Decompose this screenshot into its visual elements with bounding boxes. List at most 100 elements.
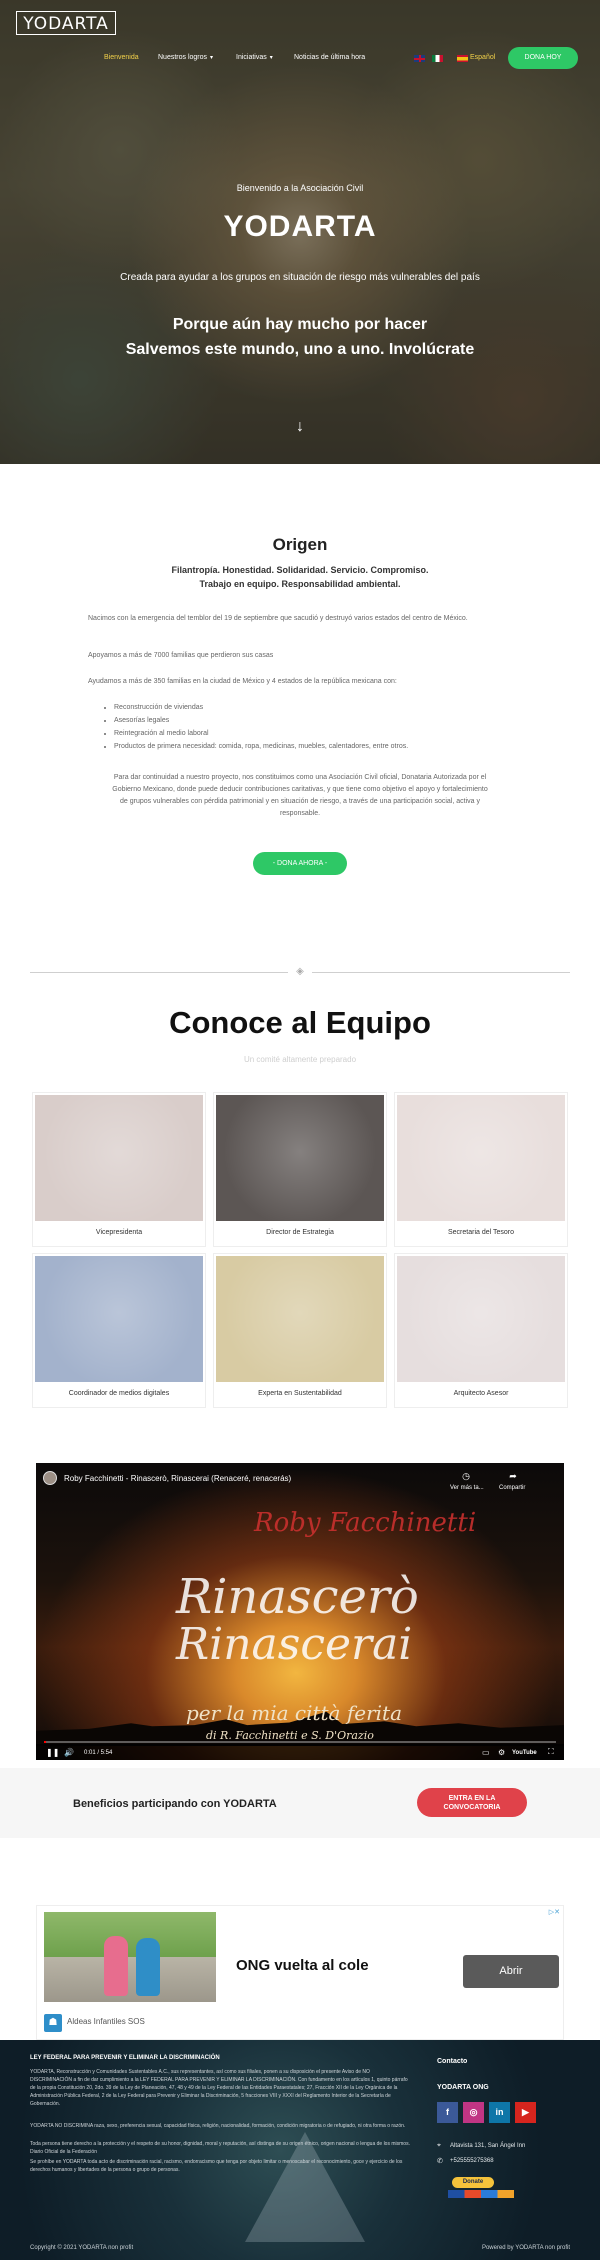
origen-title: Origen <box>272 535 328 554</box>
powered-by: Powered by YODARTA non profit <box>481 2245 570 2251</box>
address: Altavista 131, San Ángel Inn <box>450 2143 526 2149</box>
footer-paragraph-2: YODARTA NO DISCRIMINA raza, sexo, prefer… <box>30 2123 406 2129</box>
org-name: YODARTA ONG <box>437 2084 489 2091</box>
donate-now-button[interactable]: - DONA AHORA - <box>253 852 347 875</box>
youtube-icon[interactable]: ▶ <box>515 2102 536 2123</box>
footer: LEY FEDERAL PARA PREVENIR Y ELIMINAR LA … <box>0 2040 600 2260</box>
contact-title: Contacto <box>437 2058 468 2065</box>
hero-subtitle: Creada para ayudar a los grupos en situa… <box>120 272 480 283</box>
team-member-photo <box>397 1256 565 1382</box>
ad-open-button[interactable]: Abrir <box>463 1955 559 1988</box>
linkedin-icon[interactable]: in <box>489 2102 510 2123</box>
hero-section: YODARTA Bienvenida Nuestros logros ▾ Inic… <box>0 0 600 464</box>
team-card[interactable]: Vicepresidenta <box>32 1092 206 1247</box>
youtube-logo[interactable]: YouTube <box>512 1750 537 1756</box>
team-card[interactable]: Secretaria del Tesoro <box>394 1092 568 1247</box>
team-card[interactable]: Arquitecto Asesor <box>394 1253 568 1408</box>
language-label[interactable]: Español <box>470 54 495 61</box>
chevron-down-icon: ▾ <box>210 55 214 61</box>
team-member-photo <box>35 1095 203 1221</box>
nav-item-iniciativas[interactable]: Iniciativas ▾ <box>236 54 273 61</box>
location-pin-icon: ⌖ <box>437 2142 441 2149</box>
clock-icon[interactable]: ◷ <box>457 1471 475 1482</box>
origen-paragraph-2: Apoyamos a más de 7000 familias que perd… <box>88 652 274 659</box>
ad-headline[interactable]: ONG vuelta al cole <box>236 1957 369 1974</box>
video-overlay-line-3: per la mia città ferita <box>186 1701 402 1725</box>
team-member-role: Coordinador de medios digitales <box>68 1390 170 1397</box>
services-list: Reconstrucción de viviendas Asesorías le… <box>110 701 408 753</box>
aldeas-logo-icon: ☗ <box>44 2014 62 2032</box>
child-figure <box>136 1938 160 1996</box>
team-member-photo <box>216 1095 384 1221</box>
divider-line <box>312 972 570 973</box>
divider-line <box>30 972 288 973</box>
values-text: Filantropía. Honestidad. Solidaridad. Se… <box>0 563 600 591</box>
footer-paragraph-1: YODARTA, Reconstrucción y Comunidades Su… <box>30 2069 408 2107</box>
convocatoria-button[interactable]: ENTRA EN LA CONVOCATORIA <box>417 1788 527 1817</box>
hero-title: YODARTA <box>223 210 377 243</box>
video-overlay-artist: Roby Facchinetti <box>254 1508 477 1538</box>
arrow-down-icon[interactable]: ↓ <box>0 418 600 436</box>
origen-paragraph-4: Para dar continuidad a nuestro proyecto,… <box>112 774 488 817</box>
nav-item-noticias[interactable]: Noticias de última hora <box>294 54 365 61</box>
video-time: 0:01 / 5:54 <box>84 1750 113 1756</box>
chevron-down-icon: ▾ <box>269 55 273 61</box>
hero-tagline-1: Porque aún hay mucho por hacer <box>172 316 428 333</box>
advertisement[interactable]: ▷✕ ONG vuelta al cole Abrir ☗ Aldeas Inf… <box>36 1905 564 2040</box>
team-member-role: Vicepresidenta <box>95 1229 143 1236</box>
team-card[interactable]: Director de Estrategia <box>213 1092 387 1247</box>
list-item: Reintegración al medio laboral <box>114 727 408 740</box>
ad-choices-icon[interactable]: ▷✕ <box>549 1908 560 1916</box>
team-subtitle: Un comité altamente preparado <box>243 1055 357 1064</box>
nav-item-nuestros-logros[interactable]: Nuestros logros ▾ <box>158 54 213 61</box>
flag-uk-icon[interactable] <box>414 55 425 62</box>
facebook-icon[interactable]: f <box>437 2102 458 2123</box>
footer-paragraph-3: Toda persona tiene derecho a la protecci… <box>30 2141 410 2155</box>
video-overlay-line-1: Rinascerò <box>176 1569 419 1625</box>
volume-icon[interactable]: 🔊 <box>64 1748 74 1757</box>
values-line-2: Trabajo en equipo. Responsabilidad ambie… <box>199 579 401 589</box>
donate-today-button[interactable]: DONA HOY <box>508 47 578 69</box>
team-member-photo <box>397 1095 565 1221</box>
watch-later-label[interactable]: Ver más ta... <box>450 1485 484 1491</box>
team-card[interactable]: Experta en Sustentabilidad <box>213 1253 387 1408</box>
team-member-photo <box>216 1256 384 1382</box>
video-progress-fill <box>44 1741 46 1743</box>
pause-icon[interactable]: ❚❚ <box>46 1748 59 1757</box>
team-member-role: Experta en Sustentabilidad <box>258 1390 342 1397</box>
site-logo[interactable]: YODARTA <box>16 11 116 35</box>
fullscreen-icon[interactable]: ⛶ <box>548 1747 554 1757</box>
logo-text: YODARTA <box>23 14 109 34</box>
values-line-1: Filantropía. Honestidad. Solidaridad. Se… <box>171 565 429 575</box>
list-item: Reconstrucción de viviendas <box>114 701 408 714</box>
nav-label: Iniciativas <box>236 54 267 61</box>
nav-item-bienvenida[interactable]: Bienvenida <box>104 54 139 61</box>
share-label[interactable]: Compartir <box>499 1485 525 1491</box>
paypal-donate-button[interactable]: Donate <box>452 2177 494 2188</box>
flag-spain-icon[interactable] <box>457 55 468 62</box>
beneficios-text: Beneficios participando con YODARTA <box>73 1798 277 1810</box>
video-overlay-line-2: Rinascerai <box>176 1619 413 1670</box>
team-title: Conoce al Equipo <box>169 1005 431 1040</box>
list-item: Asesorías legales <box>114 714 408 727</box>
list-item: Productos de primera necesidad: comida, … <box>114 740 408 753</box>
gear-icon[interactable]: ⚙ <box>498 1748 505 1757</box>
channel-avatar[interactable] <box>43 1471 57 1485</box>
flag-mexico-icon[interactable] <box>432 55 443 62</box>
origen-paragraph-1: Nacimos con la emergencia del temblor de… <box>88 615 468 622</box>
button-line-1: ENTRA EN LA <box>448 1795 496 1802</box>
team-member-role: Director de Estrategia <box>266 1229 334 1236</box>
hero-welcome: Bienvenido a la Asociación Civil <box>236 183 364 193</box>
video-title[interactable]: Roby Facchinetti - Rinascerò, Rinascerai… <box>64 1474 291 1483</box>
youtube-video-player[interactable]: Roby Facchinetti - Rinascerò, Rinascerai… <box>36 1463 564 1760</box>
share-icon[interactable]: ➦ <box>504 1471 522 1482</box>
video-progress-bar[interactable] <box>44 1741 556 1743</box>
ad-advertiser[interactable]: Aldeas Infantiles SOS <box>67 2017 145 2026</box>
footer-paragraph-4: Se prohíbe en YODARTA toda acto de discr… <box>30 2159 403 2173</box>
phone[interactable]: +525555275368 <box>450 2158 494 2164</box>
whatsapp-icon: ✆ <box>437 2158 443 2165</box>
ad-image[interactable] <box>44 1912 216 2002</box>
instagram-icon[interactable]: ◎ <box>463 2102 484 2123</box>
captions-icon[interactable]: ▭ <box>482 1748 490 1757</box>
team-card[interactable]: Coordinador de medios digitales <box>32 1253 206 1408</box>
